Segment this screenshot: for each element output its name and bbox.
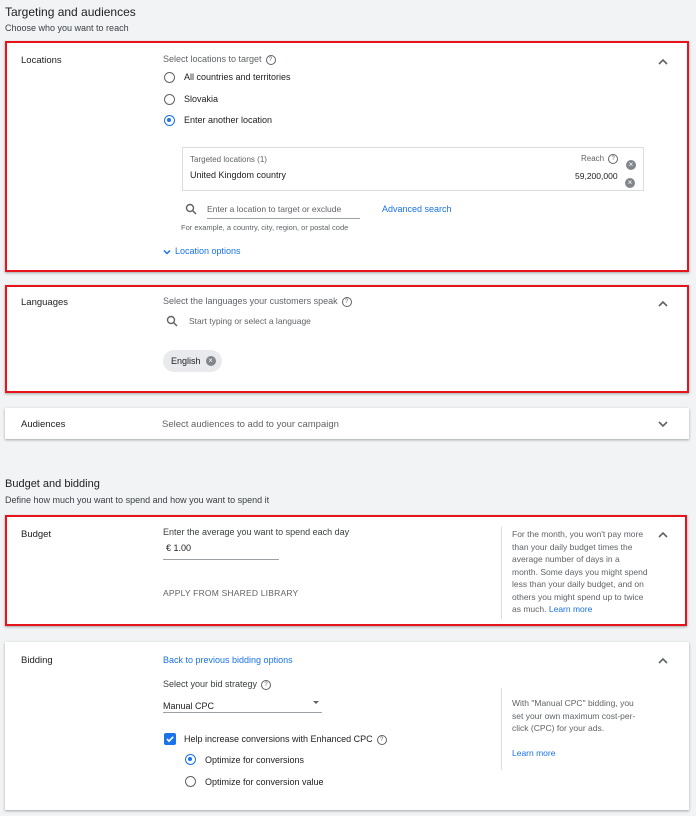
clear-all-icon[interactable]: × bbox=[626, 154, 636, 172]
dropdown-arrow-icon bbox=[313, 701, 319, 704]
radio-slovakia[interactable] bbox=[164, 94, 175, 105]
language-search-input[interactable]: Start typing or select a language bbox=[189, 316, 311, 326]
divider bbox=[501, 527, 502, 619]
audiences-card[interactable] bbox=[5, 408, 689, 439]
bid-strategy-label: Select your bid strategy? bbox=[163, 679, 272, 690]
enhanced-cpc-checkbox[interactable] bbox=[164, 733, 176, 745]
bidding-help-text: With "Manual CPC" bidding, you set your … bbox=[512, 698, 636, 733]
section-subtitle-targeting: Choose who you want to reach bbox=[5, 23, 129, 33]
radio-optimize-conversion-value[interactable] bbox=[185, 776, 196, 787]
back-to-bidding-options-link[interactable]: Back to previous bidding options bbox=[163, 655, 293, 665]
budget-title: Budget bbox=[21, 529, 52, 540]
location-search-hint: For example, a country, city, region, or… bbox=[181, 223, 349, 232]
section-title-targeting: Targeting and audiences bbox=[5, 5, 136, 19]
languages-prompt: Select the languages your customers spea… bbox=[163, 296, 352, 307]
apply-shared-library-button[interactable]: APPLY FROM SHARED LIBRARY bbox=[163, 588, 298, 598]
bidding-learn-more-link[interactable]: Learn more bbox=[512, 748, 555, 758]
search-icon bbox=[185, 203, 197, 215]
locations-prompt: Select locations to target? bbox=[163, 54, 276, 65]
radio-another-location[interactable] bbox=[164, 115, 175, 126]
help-icon[interactable]: ? bbox=[608, 154, 619, 164]
help-icon[interactable]: ? bbox=[341, 296, 352, 307]
language-chip: English × bbox=[163, 350, 222, 372]
help-icon[interactable]: ? bbox=[376, 734, 387, 745]
enhanced-cpc-label: Help increase conversions with Enhanced … bbox=[184, 734, 387, 745]
remove-location-icon[interactable]: × bbox=[625, 172, 635, 190]
divider bbox=[501, 688, 502, 770]
search-icon bbox=[166, 315, 178, 327]
languages-title: Languages bbox=[21, 297, 69, 308]
help-icon[interactable]: ? bbox=[261, 679, 272, 690]
chevron-up-icon[interactable] bbox=[657, 298, 669, 310]
reach-header: Reach? bbox=[581, 154, 619, 164]
audiences-title: Audiences bbox=[21, 419, 66, 430]
budget-prompt: Enter the average you want to spend each… bbox=[163, 527, 350, 537]
radio-label-another-location: Enter another location bbox=[184, 115, 273, 125]
chevron-down-icon[interactable] bbox=[657, 418, 669, 430]
targeted-locations-table bbox=[182, 147, 644, 191]
bid-strategy-select[interactable]: Manual CPC bbox=[163, 696, 322, 713]
chevron-up-icon[interactable] bbox=[657, 655, 669, 667]
radio-label-slovakia: Slovakia bbox=[184, 94, 219, 104]
radio-label-all-countries: All countries and territories bbox=[184, 72, 291, 82]
budget-learn-more-link[interactable]: Learn more bbox=[549, 604, 592, 614]
language-chip-label: English bbox=[171, 356, 201, 366]
locations-title: Locations bbox=[21, 55, 62, 66]
section-title-budget-bidding: Budget and bidding bbox=[5, 478, 100, 490]
radio-optimize-conversions[interactable] bbox=[185, 754, 196, 765]
radio-label-optimize-conversions: Optimize for conversions bbox=[205, 755, 305, 765]
bidding-title: Bidding bbox=[21, 655, 53, 666]
radio-all-countries[interactable] bbox=[164, 72, 175, 83]
location-options-link[interactable]: Location options bbox=[175, 246, 241, 256]
radio-label-optimize-conversion-value: Optimize for conversion value bbox=[205, 777, 324, 787]
chevron-down-icon[interactable] bbox=[162, 247, 172, 257]
section-subtitle-budget-bidding: Define how much you want to spend and ho… bbox=[5, 495, 270, 505]
budget-input[interactable]: € 1.00 bbox=[163, 543, 279, 560]
bid-strategy-value: Manual CPC bbox=[163, 701, 215, 711]
help-icon[interactable]: ? bbox=[265, 54, 276, 65]
budget-help-text: For the month, you won't pay more than y… bbox=[512, 529, 648, 614]
reach-value: 59,200,000 bbox=[575, 171, 618, 181]
targeted-location-item: United Kingdom country bbox=[190, 170, 287, 180]
targeted-locations-header: Targeted locations (1) bbox=[190, 155, 267, 164]
chevron-up-icon[interactable] bbox=[657, 529, 669, 541]
audiences-prompt: Select audiences to add to your campaign bbox=[162, 419, 339, 430]
checkbox-icon bbox=[166, 736, 174, 743]
budget-value: 1.00 bbox=[173, 543, 192, 553]
currency-symbol: € bbox=[166, 543, 172, 553]
location-search-input[interactable]: Enter a location to target or exclude bbox=[207, 204, 360, 219]
advanced-search-link[interactable]: Advanced search bbox=[382, 204, 452, 214]
remove-language-icon[interactable]: × bbox=[205, 356, 216, 366]
chevron-up-icon[interactable] bbox=[657, 56, 669, 68]
